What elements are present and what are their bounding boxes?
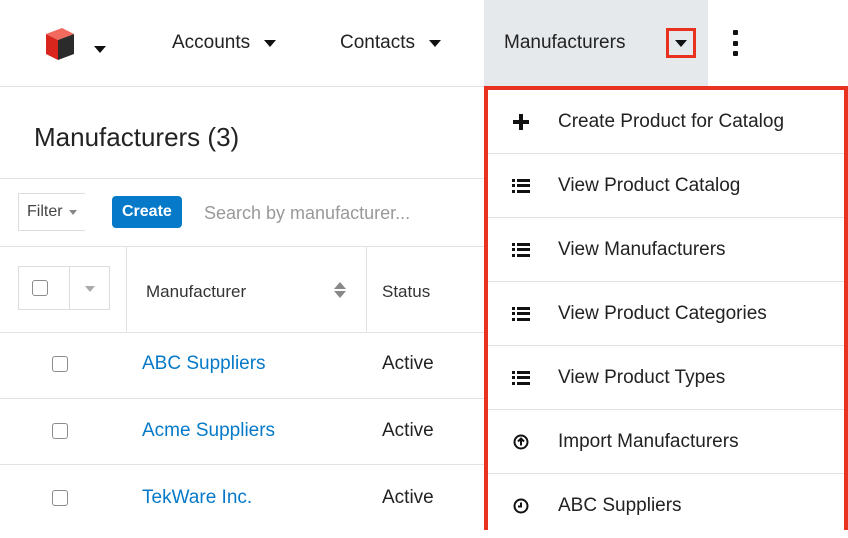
menu-item-label: ABC Suppliers — [558, 495, 682, 516]
mass-action-dropdown[interactable] — [18, 266, 110, 310]
list-icon — [512, 305, 530, 323]
menu-item-label: Create Product for Catalog — [558, 110, 785, 132]
menu-item-create-product-for-catalog[interactable]: Create Product for Catalog — [488, 90, 844, 154]
list-icon — [512, 369, 530, 387]
import-icon — [512, 433, 530, 451]
app-logo-icon[interactable] — [40, 24, 80, 64]
record-link[interactable]: ABC Suppliers — [142, 353, 266, 375]
nav-manufacturers-label: Manufacturers — [504, 32, 626, 53]
accounts-chevron-down-icon[interactable] — [264, 39, 277, 47]
row-checkbox[interactable] — [52, 356, 68, 372]
menu-item-view-product-catalog[interactable]: View Product Catalog — [488, 154, 844, 218]
menu-item-label: View Product Types — [558, 366, 726, 388]
logo-menu-chevron-down-icon[interactable] — [94, 40, 106, 58]
contacts-chevron-down-icon[interactable] — [428, 39, 441, 47]
menu-item-view-product-categories[interactable]: View Product Categories — [488, 282, 844, 346]
mass-action-chevron-down-icon[interactable] — [85, 286, 95, 292]
manufacturers-menu-toggle-button[interactable] — [666, 28, 696, 58]
menu-item-view-product-types[interactable]: View Product Types — [488, 346, 844, 410]
menu-item-view-manufacturers[interactable]: View Manufacturers — [488, 218, 844, 282]
nav-contacts-tab[interactable]: Contacts — [340, 0, 441, 86]
page-title: Manufacturers (3) — [34, 122, 240, 152]
menu-item-label: View Product Catalog — [558, 174, 741, 196]
recent-icon — [512, 497, 530, 515]
status-value: Active — [382, 353, 434, 374]
column-header-manufacturer[interactable]: Manufacturer — [146, 282, 246, 302]
menu-item-label: View Manufacturers — [558, 238, 726, 260]
select-all-checkbox[interactable] — [32, 280, 48, 296]
nav-manufacturers-tab[interactable]: Manufacturers — [484, 0, 708, 86]
manufacturers-dropdown-menu: Create Product for Catalog View Product … — [484, 86, 848, 530]
record-link[interactable]: Acme Suppliers — [142, 420, 275, 442]
menu-item-recent-abc-suppliers[interactable]: ABC Suppliers — [488, 474, 844, 538]
search-input[interactable] — [202, 196, 496, 230]
menu-item-import-manufacturers[interactable]: Import Manufacturers — [488, 410, 844, 474]
column-header-status[interactable]: Status — [382, 282, 430, 302]
manufacturers-chevron-down-icon — [675, 39, 687, 47]
nav-contacts-label: Contacts — [340, 32, 415, 53]
nav-accounts-tab[interactable]: Accounts — [172, 0, 277, 86]
list-icon — [512, 241, 530, 259]
record-link[interactable]: TekWare Inc. — [142, 487, 252, 509]
status-value: Active — [382, 420, 434, 441]
create-button[interactable]: Create — [112, 196, 182, 228]
row-checkbox[interactable] — [52, 423, 68, 439]
row-checkbox[interactable] — [52, 490, 68, 506]
menu-item-label: View Product Categories — [558, 302, 767, 324]
more-modules-menu-icon[interactable] — [730, 30, 740, 56]
filter-chevron-down-icon — [68, 209, 77, 215]
status-value: Active — [382, 487, 434, 508]
list-icon — [512, 177, 530, 195]
filter-dropdown-button[interactable]: Filter — [18, 193, 85, 231]
menu-item-label: Import Manufacturers — [558, 430, 739, 452]
plus-icon — [512, 113, 530, 131]
filter-label: Filter — [27, 203, 63, 220]
nav-accounts-label: Accounts — [172, 32, 251, 53]
sort-icon[interactable] — [334, 282, 346, 300]
